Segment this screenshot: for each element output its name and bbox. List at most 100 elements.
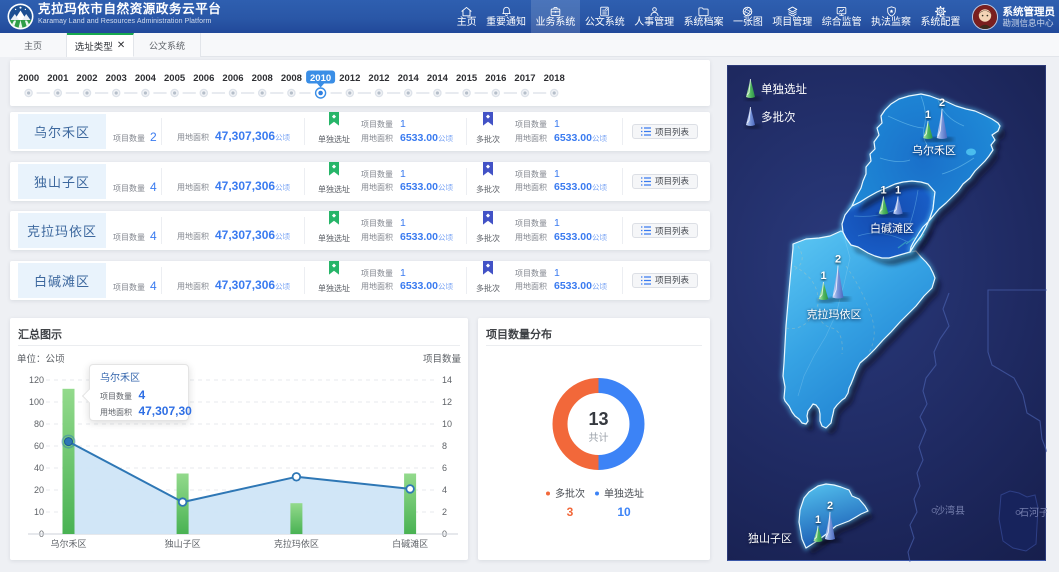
line-point[interactable] [406,485,414,493]
multi-batch-label: 多批次 [466,184,510,195]
bar-乌尔禾区[interactable] [63,389,75,534]
nav-item-4[interactable]: 公文系统 [580,0,629,33]
right-tick-label: 14 [442,375,452,385]
left-tick-label: 10 [34,507,44,517]
timeline-year-2017[interactable]: 2017 [514,73,535,97]
user-box[interactable]: 系统管理员 勘测信息中心 [972,0,1056,33]
year-dot-core [348,91,351,94]
year-dot-core [115,91,118,94]
line-point[interactable] [293,473,301,481]
donut-legend-2[interactable]: 单独选址10 [595,487,644,519]
right-tick-label: 10 [442,419,452,429]
timeline-year-2012[interactable]: 2012 [339,73,360,97]
area-unit: 公顷 [275,183,290,192]
nav-item-7[interactable]: 一张图 [728,0,767,33]
single-select-label: 单独选址 [312,134,356,145]
project-list-label: 项目列表 [655,274,689,286]
year-dot-core [231,91,234,94]
neighbor-region [999,491,1038,551]
nav-item-8[interactable]: 项目管理 [768,0,817,33]
summary-chart-title: 汇总图示 [18,326,62,342]
timeline-year-2000[interactable]: 2000 [18,73,39,97]
year-dot-core [407,91,410,94]
area-unit: 公顷 [275,232,290,241]
nav-item-label: 一张图 [733,17,763,29]
tab-1[interactable]: 主页 [0,33,67,57]
bar-克拉玛依区[interactable] [290,503,302,534]
timeline-year-2008[interactable]: 2008 [281,73,302,97]
multi-batch-stats: 项目数量1用地面积6533.00公顷 [515,168,607,195]
year-timeline[interactable]: 2000200120022003200420052006200620082008… [10,60,710,106]
nav-item-5[interactable]: 人事管理 [630,0,679,33]
project-count-label: 项目数量 [361,268,393,279]
nav-item-label: 公文系统 [585,17,625,29]
map-marker-green[interactable] [745,79,761,101]
map-marker-blue[interactable] [745,107,761,129]
multi-batch-block: 多批次 [466,112,510,145]
nav-item-1[interactable]: 主页 [452,0,481,33]
timeline-year-2003[interactable]: 2003 [106,73,127,97]
nav-item-label: 项目管理 [772,17,812,29]
timeline-year-2008[interactable]: 2008 [252,73,273,97]
project-list-button[interactable]: 项目列表 [632,174,698,189]
tab-bar: 主页 选址类型✕公文系统 [0,33,1059,57]
donut-legend-1[interactable]: 多批次3 [546,487,585,519]
tab-close-icon[interactable]: ✕ [117,40,125,51]
district-map: 12乌尔禾区11白碱滩区12克拉玛依区12独山子区单独选址多批次沙湾县石河子 [728,66,1047,562]
timeline-year-2006[interactable]: 2006 [222,73,243,97]
nav-item-2[interactable]: 重要通知 [481,0,530,33]
tab-2[interactable]: 选址类型✕ [67,33,134,57]
map-panel[interactable]: 12乌尔禾区11白碱滩区12克拉玛依区12独山子区单独选址多批次沙湾县石河子 [727,65,1046,561]
year-dot-core [202,91,205,94]
map-region-label: 独山子区 [748,532,792,545]
tab-3[interactable]: 公文系统 [134,33,201,57]
timeline-year-2018[interactable]: 2018 [544,73,565,97]
year-label: 2017 [514,73,535,84]
project-count-label: 项目数量 [113,184,145,193]
project-list-button[interactable]: 项目列表 [632,273,698,288]
land-area-label: 用地面积 [515,182,547,193]
timeline-year-2010[interactable]: 2010 [306,71,335,99]
multi-batch-block: 多批次 [466,211,510,244]
project-count-label: 项目数量 [113,283,145,292]
timeline-year-2012[interactable]: 2012 [368,73,389,97]
list-icon [641,177,651,186]
project-count-value: 4 [150,279,157,293]
distribution-donut-chart: 13 共计多批次3 单独选址10 [478,348,710,560]
multi-area-value: 6533.00 [554,231,592,243]
multi-area-value: 6533.00 [554,181,592,193]
nav-item-10[interactable]: 执法监察 [866,0,915,33]
single-select-stats: 项目数量1用地面积6533.00公顷 [361,217,453,244]
nav-item-3[interactable]: 业务系统 [531,0,580,33]
nav-item-6[interactable]: 系统档案 [679,0,728,33]
multi-batch-block: 多批次 [466,261,510,294]
area-unit: 公顷 [438,182,453,193]
divider [304,217,305,244]
line-point[interactable] [179,498,187,506]
divider [161,168,162,195]
nav-item-11[interactable]: 系统配置 [916,0,965,33]
app-subtitle: Karamay Land and Resources Administratio… [38,17,221,26]
district-name-box: 白碱滩区 [18,263,106,298]
right-tick-label: 6 [442,463,447,473]
tab-label: 主页 [24,39,42,52]
project-list-button[interactable]: 项目列表 [632,223,698,238]
divider [304,168,305,195]
donut-total: 13 [588,409,608,429]
timeline-year-2006[interactable]: 2006 [193,73,214,97]
map-region-kelamayi[interactable] [783,231,941,435]
marker-count: 1 [895,185,901,197]
nav-item-9[interactable]: 综合监管 [817,0,866,33]
timeline-year-2016[interactable]: 2016 [485,73,506,97]
line-point-active[interactable] [65,438,73,446]
timeline-year-2002[interactable]: 2002 [76,73,97,97]
bar-白碱滩区[interactable] [404,474,416,535]
nav-item-label: 重要通知 [486,17,526,29]
donut-total-label: 共计 [589,431,609,444]
project-count-label: 项目数量 [361,218,393,229]
map-region-dushanzi[interactable] [799,484,874,555]
multi-count-value: 1 [554,118,560,130]
project-list-button[interactable]: 项目列表 [632,124,698,139]
district-card-3: 克拉玛依区项目数量4用地面积47,307,306公顷单独选址项目数量1用地面积6… [10,211,710,250]
bookmark-icon [483,261,493,275]
